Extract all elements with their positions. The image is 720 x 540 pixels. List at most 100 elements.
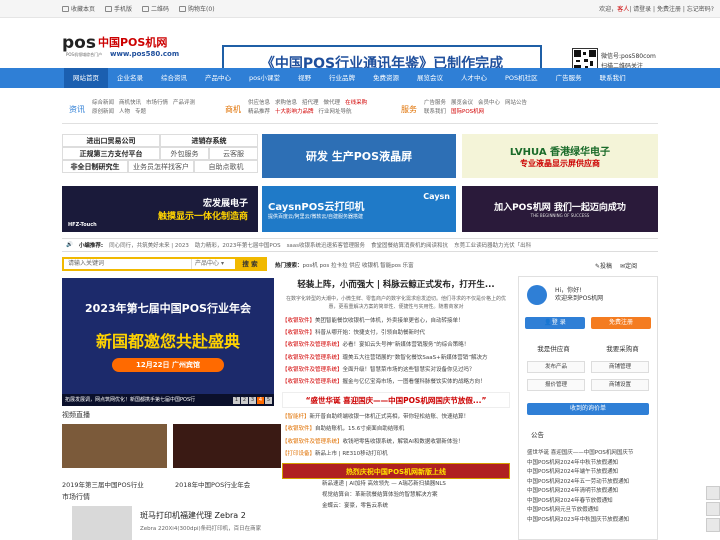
subnav-link-highlight[interactable]: 十大影响力品牌 <box>275 107 314 115</box>
news-item[interactable]: 视觉结算台：革新就餐结算体验的智慧解决方案 <box>282 490 510 501</box>
nav-contact[interactable]: 联系我们 <box>591 68 635 88</box>
bookmark-label[interactable]: 收藏本页 <box>71 4 95 13</box>
news-tag[interactable]: 【收银软件及管理系统】 <box>282 355 343 361</box>
subnav-link-highlight[interactable]: 在线采购 <box>345 98 367 106</box>
nav-home[interactable]: 网站首页 <box>64 68 108 88</box>
promo-link[interactable]: 进销存系统 <box>160 134 258 147</box>
subnav-link[interactable]: 市场行情 <box>146 98 168 106</box>
nav-expo[interactable]: 展览会议 <box>408 68 452 88</box>
news-item[interactable]: 新品速递 | AI加持 高效领先 — A瑞芯新扫描器NLS <box>282 479 510 490</box>
notice-item[interactable]: 中国POS机网2024年端午节放假通知 <box>527 468 633 478</box>
news-item[interactable]: 金蝶云：宴豪，零售云系统 <box>282 501 510 512</box>
subnav-link[interactable]: 专题 <box>135 107 146 115</box>
market-headline[interactable]: 斑马打印机福建代理 Zebra 2 <box>140 510 246 521</box>
carousel-dot-active[interactable]: 4 <box>257 397 264 404</box>
ticker-item[interactable]: saas收银系统迅速拓客管理服务 <box>287 241 365 249</box>
subnav-link[interactable]: 精品推荐 <box>248 107 270 115</box>
new-version-banner[interactable]: 热烈庆祝中国POS机网新版上线 <box>282 463 510 480</box>
ad-lcd[interactable]: 研发 生产POS液晶屏 <box>262 134 456 178</box>
submit-link[interactable]: ✎投稿 <box>595 261 612 270</box>
news-item[interactable]: 【收银软件及管理系统】必看！宴如云头号神“新媒体营销服务”的综合策略！ <box>282 339 510 351</box>
news-item[interactable]: 【智能杆】新开普自助终端收银一体机正式亮相，带你轻松结账、快速结算！ <box>282 411 510 423</box>
news-tag[interactable]: 【收银软件】 <box>282 318 315 324</box>
nav-class[interactable]: pos小课堂 <box>240 68 289 88</box>
ticker-item[interactable]: 东莞工业读码器助力光伏「出科 <box>454 241 531 249</box>
nav-jobs[interactable]: 人才中心 <box>452 68 496 88</box>
subnav-link[interactable]: 招代理 <box>302 98 319 106</box>
news-item[interactable]: 【收银软件】自助结账机，15.6寸桌面自助结账机 <box>282 423 510 435</box>
notice-item[interactable]: 中国POS机网2024年中秋节放假通知 <box>527 459 633 469</box>
subnav-link[interactable]: 展览会议 <box>451 98 473 106</box>
main-carousel[interactable]: 2023年第七届中国POS行业年会 新国都邀您共赴盛典 12月22日 广州宾馆 … <box>62 278 274 406</box>
news-text[interactable]: 全面升级！智慧菜市场的这些智慧实对设备你见过吗？ <box>343 367 475 373</box>
carousel-dot[interactable]: 1 <box>233 397 240 404</box>
subnav-link[interactable]: 广告服务 <box>424 98 446 106</box>
news-item[interactable]: 【收银软件】科普从哪开始：快捷支付，引领自助餐新时代 <box>282 327 510 339</box>
shop-manage-button[interactable]: 商铺管理 <box>591 361 649 373</box>
news-text[interactable]: 瓏美五大往营销展的“数智化餐饮SaaS+新媒体营销”解决方 <box>343 355 488 361</box>
news-item[interactable]: 【收银软件及管理系统】握金与亿亿宝海市场，一图看懂科脉餐饮实体的战略方向！ <box>282 376 510 388</box>
news-item[interactable]: 【打印设备】新品上市 | RE310移动打印机 <box>282 448 510 460</box>
promo-link[interactable]: 正规第三方支付平台 <box>62 147 160 160</box>
subnav-link[interactable]: 联系我们 <box>424 107 446 115</box>
nav-vision[interactable]: 视野 <box>289 68 320 88</box>
tab-buyer[interactable]: 我要采购商 <box>588 339 657 357</box>
promo-link[interactable]: 云客服 <box>209 147 258 160</box>
notice-item[interactable]: 中国POS机网2024年春节放假通知 <box>527 497 633 507</box>
mobile-link[interactable]: 手机版 <box>105 4 132 13</box>
ticker-item[interactable]: 助力精彩，2023年第七届中国POS <box>195 241 281 249</box>
nav-products[interactable]: 产品中心 <box>196 68 240 88</box>
subnav-link[interactable]: 产品评测 <box>173 98 195 106</box>
nav-directory[interactable]: 企业名录 <box>108 68 152 88</box>
subscribe-link[interactable]: ✉定阅 <box>620 261 637 270</box>
news-tag[interactable]: 【收银软件及管理系统】 <box>282 342 343 348</box>
ad-join[interactable]: 加入POS机网 我们一起迈向成功 THE BEGINNING OF SUCCES… <box>462 186 658 232</box>
news-headline-2[interactable]: “盛世华诞 喜迎国庆——中国POS机网国庆节放假...” <box>282 392 510 409</box>
hot-keywords[interactable]: pos机 pos 拉卡拉 供应 收银机 智能pos 乐富 <box>303 263 414 269</box>
float-qr-button[interactable] <box>706 502 720 516</box>
news-text[interactable]: 新品上市 | RE310移动打印机 <box>315 451 388 457</box>
notice-item[interactable]: 中国POS机网2023年中秋国庆节放假通知 <box>527 516 633 526</box>
notice-item[interactable]: 中国POS机网2024年五一劳动节放假通知 <box>527 478 633 488</box>
subnav-link[interactable]: 供应信息 <box>248 98 270 106</box>
promo-link[interactable]: 外包服务 <box>160 147 209 160</box>
news-item[interactable]: 【收银软件】美团智能餐饮收银机一体机，外卖接单更省心，自动转接单！ <box>282 315 510 327</box>
cart-link[interactable]: 购物车(0) <box>179 4 215 13</box>
subnav-link[interactable]: 会员中心 <box>478 98 500 106</box>
tab-supplier[interactable]: 我是供应商 <box>519 339 588 357</box>
subnav-link[interactable]: 原创新闻 <box>92 107 114 115</box>
news-text[interactable]: 必看！宴如云头号神“新媒体营销服务”的综合策略！ <box>343 342 470 348</box>
ad-hfz[interactable]: 宏发展电子 触摸显示一体化制造商 HFZ-Touch <box>62 186 258 232</box>
notice-item[interactable]: 中国POS机网元旦节放假通知 <box>527 506 633 516</box>
quote-manage-button[interactable]: 报价管理 <box>527 379 585 391</box>
news-tag[interactable]: 【收银软件及管理系统】 <box>282 379 343 385</box>
ad-caysn[interactable]: CaysnPOS云打印机 提供百度云/阿里云/微软云/自建服务器搭建 Caysn <box>262 186 456 232</box>
subnav-link[interactable]: 综合新闻 <box>92 98 114 106</box>
site-logo[interactable]: pos 中国POS机网 POS机领域综合门户 www.pos580.com <box>62 30 202 60</box>
register-button[interactable]: 免费注册 <box>591 317 651 329</box>
news-text[interactable]: 自助结账机，15.6寸桌面自助结账机 <box>315 426 404 432</box>
video-thumb-1[interactable] <box>62 424 167 468</box>
news-text[interactable]: 美团智能餐饮收银机一体机，外卖接单更省心，自动转接单！ <box>315 318 464 324</box>
subnav-link[interactable]: 商机快讯 <box>119 98 141 106</box>
subnav-link-highlight[interactable]: 国际POS机网 <box>451 107 484 115</box>
nav-news[interactable]: 综合资讯 <box>152 68 196 88</box>
news-item[interactable]: 【收银软件及管理系统】瓏美五大往营销展的“数智化餐饮SaaS+新媒体营销”解决方 <box>282 352 510 364</box>
ticker-item[interactable]: 食堂固餐结算消费机的阅读和抗 <box>371 241 448 249</box>
video-thumb-2[interactable] <box>173 424 281 468</box>
search-input[interactable]: 请输入关键词 <box>64 259 191 269</box>
carousel-dot[interactable]: 5 <box>265 397 272 404</box>
float-contact-button[interactable] <box>706 518 720 532</box>
promo-link[interactable]: 进出口贸易公司 <box>62 134 160 147</box>
printer-image[interactable] <box>72 506 132 540</box>
promo-link[interactable]: 自助点歌机 <box>194 160 258 173</box>
subnav-link[interactable]: 网站公告 <box>505 98 527 106</box>
notice-item[interactable]: 盛世华诞 喜迎国庆——中国POS机网国庆节 <box>527 449 633 459</box>
nav-resources[interactable]: 免费资源 <box>364 68 408 88</box>
news-text[interactable]: 新开普自助终端收银一体机正式亮相，带你轻松结账、快速结算！ <box>310 414 470 420</box>
news-tag[interactable]: 【收银软件】 <box>282 426 315 432</box>
news-text[interactable]: 收钱吧零售收银系统，解锁AI和数据收银新体验！ <box>343 439 464 445</box>
shop-settings-button[interactable]: 商铺设置 <box>591 379 649 391</box>
news-tag[interactable]: 【收银软件及管理系统】 <box>282 367 343 373</box>
subnav-link[interactable]: 人物 <box>119 107 130 115</box>
